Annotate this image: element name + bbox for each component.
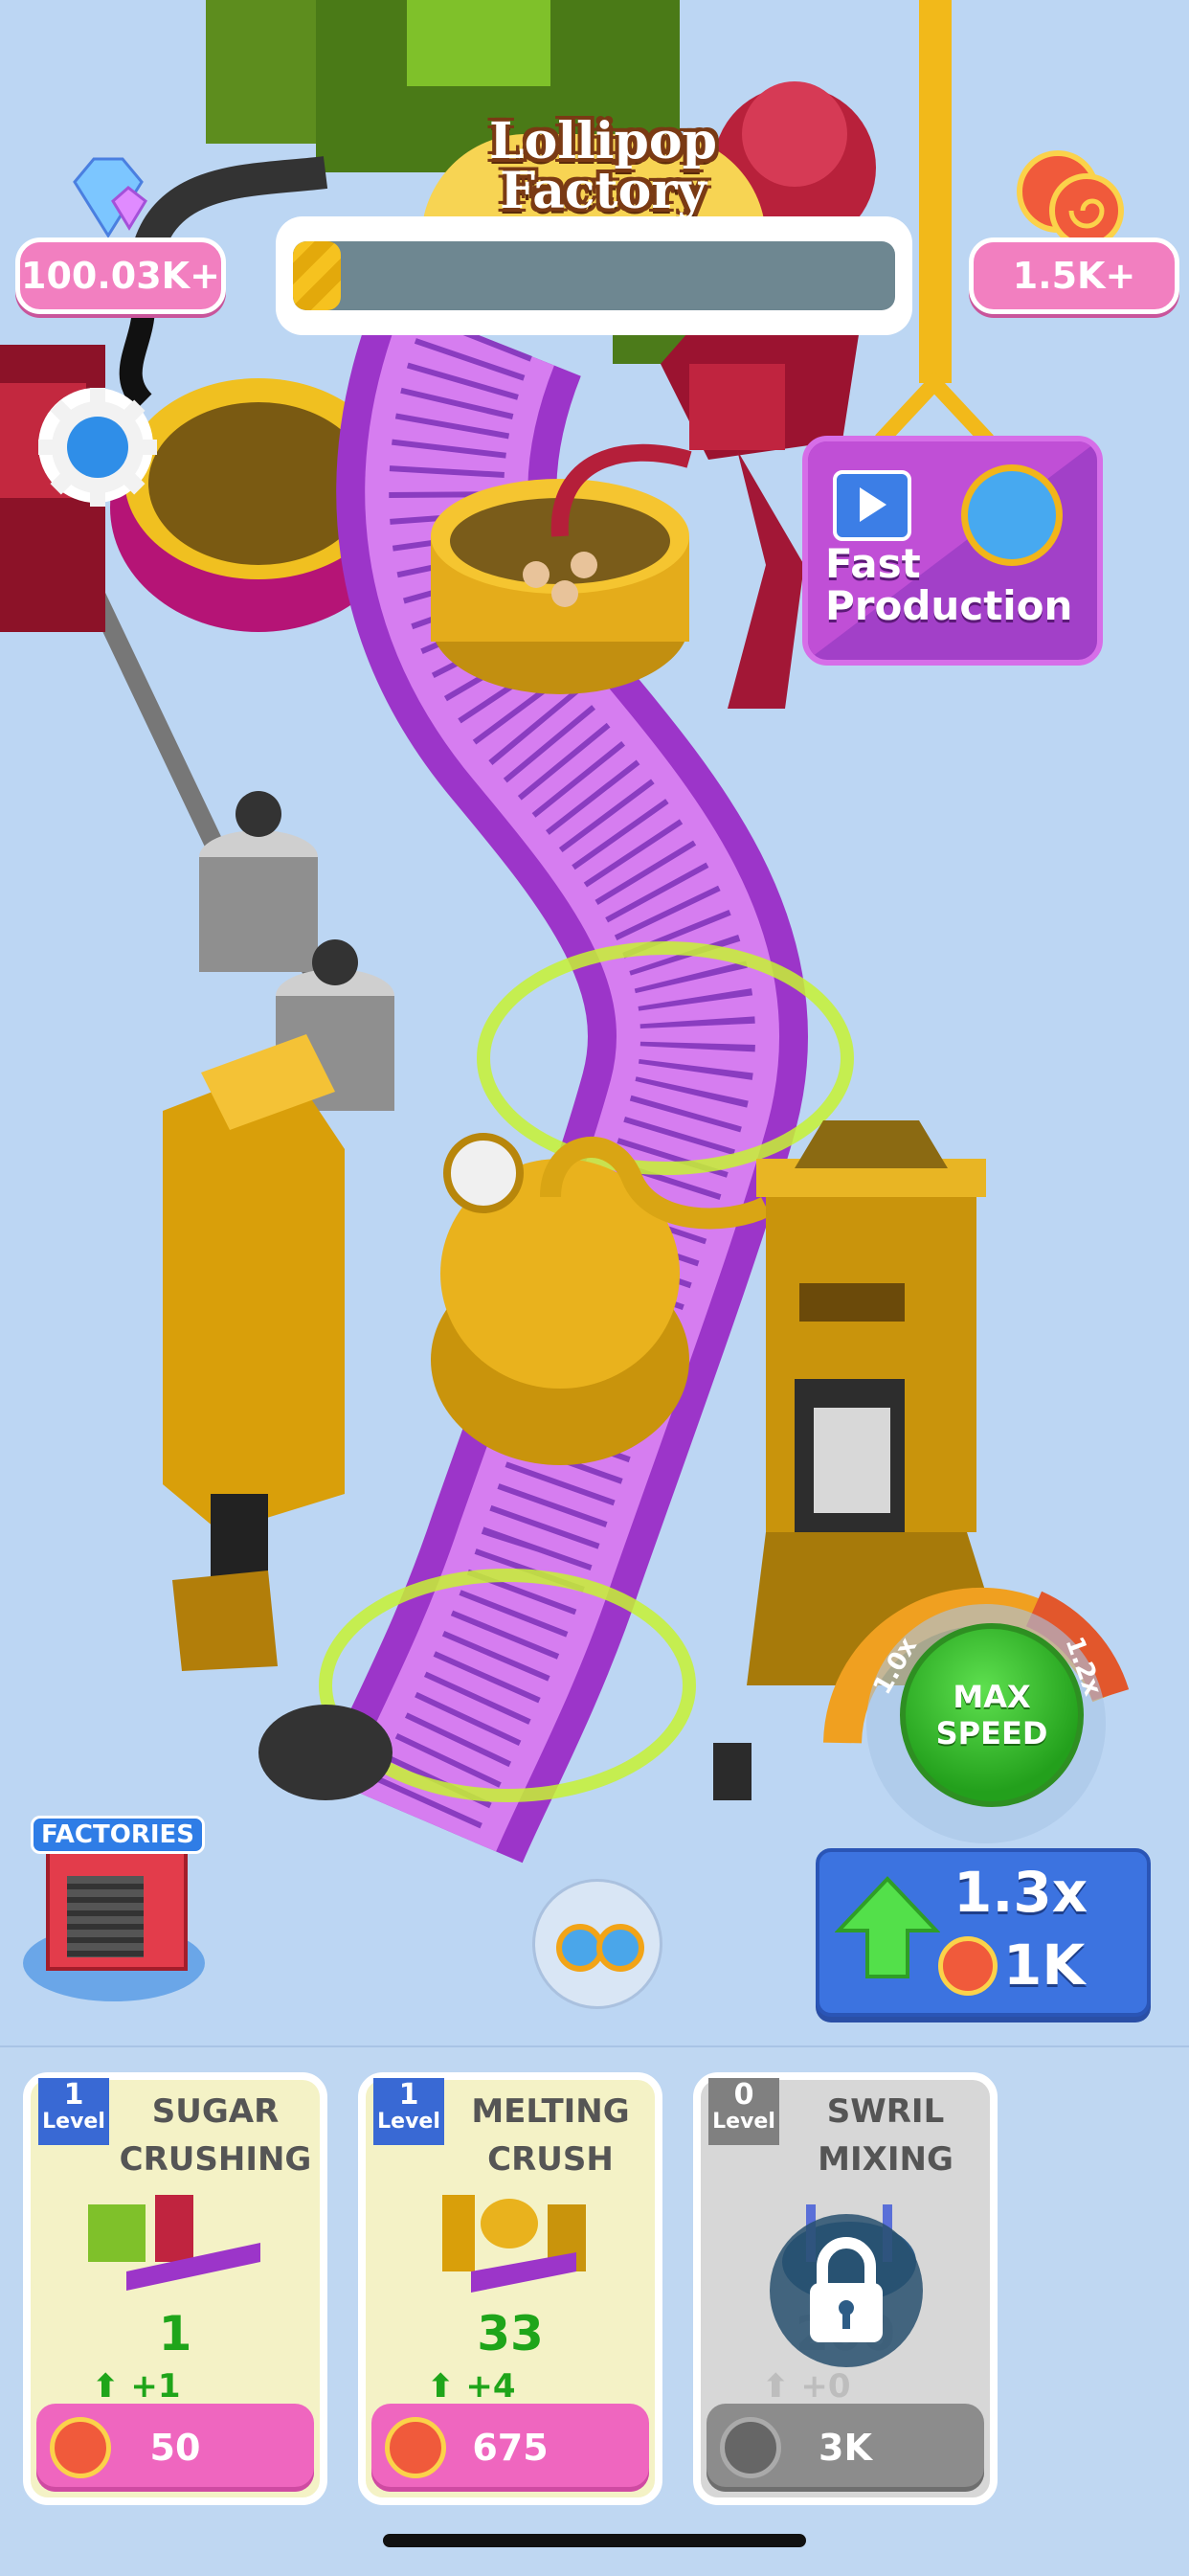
fast-production-label: Fast Production [825, 543, 1072, 627]
up-arrow-icon [834, 1875, 941, 1980]
lock-icon [770, 2214, 923, 2367]
upgrade-button[interactable]: 1.3x 1K [816, 1848, 1151, 2017]
card-title-line2: CRUSH [487, 2140, 614, 2179]
max-speed-button[interactable]: MAX SPEED [900, 1623, 1084, 1807]
candy-value: 1.5K+ [1012, 255, 1136, 297]
upgrade-multiplier: 1.3x [953, 1860, 1088, 1925]
buy-price: 50 [149, 2427, 201, 2469]
level-number: 1 [398, 2078, 419, 2112]
candy-coin-icon [50, 2417, 111, 2478]
factories-label: FACTORIES [31, 1816, 205, 1854]
production-progress-bar [276, 216, 912, 335]
swirl-coin-icon [720, 2417, 781, 2478]
gems-counter[interactable]: 100.03K+ [15, 237, 226, 314]
increment-value: +1 [130, 2367, 181, 2406]
binoculars-icon [556, 1914, 644, 1972]
buy-price: 675 [472, 2427, 549, 2469]
sugar-crusher-machine-icon [88, 2195, 260, 2300]
card-title-line2: CRUSHING [119, 2140, 312, 2179]
gems-value: 100.03K+ [21, 255, 220, 297]
fast-production-button[interactable]: Fast Production [802, 436, 1103, 666]
buy-button[interactable]: 675 [371, 2404, 649, 2492]
home-indicator [383, 2534, 806, 2547]
increment-value: +4 [465, 2367, 516, 2406]
game-logo: Lollipop Factory [450, 117, 756, 216]
logo-line2: Factory [500, 162, 707, 220]
level-label: Level [42, 2110, 105, 2134]
level-number: 0 [733, 2078, 754, 2112]
card-melting-crush[interactable]: 1 Level MELTING CRUSH 33 ⬆ +4 675 [358, 2072, 662, 2505]
count-increment: ⬆ +4 [427, 2367, 516, 2406]
buy-button[interactable]: 3K [707, 2404, 984, 2492]
card-title-line1: MELTING [471, 2092, 630, 2131]
buy-button[interactable]: 50 [36, 2404, 314, 2492]
fast-production-line1: Fast [825, 540, 921, 587]
candy-coin-icon [938, 1936, 998, 1996]
machine-count: 33 [477, 2306, 544, 2361]
increment-value: +0 [800, 2367, 851, 2406]
increment-arrow-icon: ⬆ [427, 2367, 455, 2406]
card-title: MELTING CRUSH [452, 2088, 649, 2183]
level-badge: 1 Level [38, 2078, 109, 2145]
progress-track [293, 241, 895, 310]
candy-counter[interactable]: 1.5K+ [969, 237, 1179, 314]
card-title-line1: SUGAR [151, 2092, 280, 2131]
increment-arrow-icon: ⬆ [762, 2367, 790, 2406]
binoculars-button[interactable] [532, 1879, 662, 2009]
settings-gear-icon[interactable] [38, 388, 157, 507]
gems-icon [65, 153, 151, 239]
fast-production-line2: Production [825, 582, 1073, 629]
machine-count: 1 [158, 2306, 192, 2361]
candy-coins-icon [1005, 144, 1130, 249]
level-number: 1 [63, 2078, 84, 2112]
card-title: SWRIL MIXING [787, 2088, 984, 2183]
factories-building-icon [46, 1839, 188, 1971]
level-label: Level [377, 2110, 440, 2134]
count-increment: ⬆ +0 [762, 2367, 851, 2406]
card-sugar-crushing[interactable]: 1 Level SUGAR CRUSHING 1 ⬆ +1 50 [23, 2072, 327, 2505]
count-increment: ⬆ +1 [92, 2367, 181, 2406]
buy-price: 3K [819, 2427, 872, 2469]
video-play-icon [833, 470, 911, 541]
level-label: Level [712, 2110, 775, 2134]
max-speed-line1: MAX [953, 1679, 1031, 1715]
max-speed-line2: SPEED [935, 1715, 1048, 1751]
factories-button[interactable]: FACTORIES [23, 1781, 205, 2011]
increment-arrow-icon: ⬆ [92, 2367, 120, 2406]
melting-machine-icon [433, 2185, 595, 2300]
upgrade-cost: 1K [1003, 1932, 1086, 1998]
card-swril-mixing[interactable]: 0 Level SWRIL MIXING 200 ⬆ +0 3K [693, 2072, 998, 2505]
card-title: SUGAR CRUSHING [117, 2088, 314, 2183]
logo-line1: Lollipop [489, 112, 717, 170]
candy-coin-icon [385, 2417, 446, 2478]
level-badge: 1 Level [373, 2078, 444, 2145]
card-title-line1: SWRIL [826, 2092, 945, 2131]
card-title-line2: MIXING [818, 2140, 953, 2179]
progress-fill [293, 241, 342, 310]
level-badge: 0 Level [708, 2078, 779, 2145]
